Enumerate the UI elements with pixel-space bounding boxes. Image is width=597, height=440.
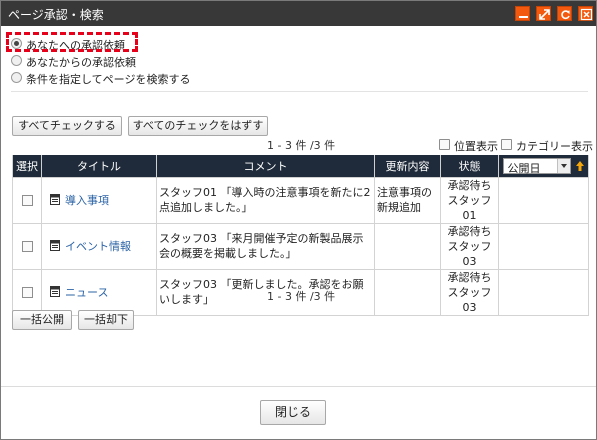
- sort-selected-value: 公開日: [507, 161, 541, 175]
- page-title-link[interactable]: ニュース: [65, 286, 108, 299]
- selection-highlight: [6, 32, 138, 52]
- close-icon[interactable]: [578, 6, 593, 21]
- sort-ascending-icon[interactable]: [575, 160, 585, 172]
- check-all-button[interactable]: すべてチェックする: [12, 116, 122, 136]
- page-icon: [50, 193, 60, 205]
- title-cell: 導入事項: [41, 176, 157, 224]
- table-row: 導入事項 スタッフ01 「導入時の注意事項を新たに2点追加しました。」 注意事項…: [12, 176, 589, 224]
- header-comment: コメント: [156, 155, 375, 178]
- page-title-link[interactable]: 導入事項: [65, 194, 109, 207]
- maximize-icon[interactable]: [536, 6, 551, 21]
- dialog-footer: 閉じる: [1, 387, 596, 439]
- update-cell: 注意事項の新規追加: [374, 176, 441, 224]
- radio-requests-from-you[interactable]: [11, 55, 22, 66]
- category-display-label: カテゴリー表示: [516, 140, 593, 153]
- bulk-publish-button[interactable]: 一括公開: [12, 310, 72, 330]
- title-cell: ニュース: [41, 268, 157, 316]
- divider: [11, 91, 588, 92]
- status-assignee: スタッフ01: [447, 193, 492, 222]
- page-title-link[interactable]: イベント情報: [65, 240, 131, 253]
- option-label: あなたからの承認依頼: [26, 56, 136, 69]
- table-header-row: 選択 タイトル コメント 更新内容 状態 公開日: [12, 155, 589, 178]
- position-display-label: 位置表示: [454, 140, 498, 153]
- pager-bottom: 1 - 3 件 /3 件: [267, 290, 336, 303]
- chevron-down-icon[interactable]: [556, 158, 570, 173]
- category-display-checkbox[interactable]: [501, 139, 512, 150]
- row-checkbox[interactable]: [21, 241, 33, 252]
- bulk-reject-button[interactable]: 一括却下: [78, 310, 134, 330]
- row-select-cell: [12, 176, 42, 224]
- empty-cell: [498, 268, 589, 316]
- row-checkbox[interactable]: [21, 195, 33, 206]
- pager-top: 1 - 3 件 /3 件: [267, 139, 336, 152]
- empty-cell: [498, 176, 589, 224]
- empty-cell: [498, 222, 589, 270]
- update-cell: [374, 268, 441, 316]
- comment-cell: スタッフ03 「来月開催予定の新製品展示会の概要を掲載しました。」: [156, 222, 375, 270]
- page-icon: [50, 239, 60, 251]
- uncheck-all-button[interactable]: すべてのチェックをはずす: [128, 116, 268, 136]
- radio-search-pages[interactable]: [11, 72, 22, 83]
- title-bar: ページ承認・検索: [1, 1, 596, 26]
- header-status: 状態: [440, 155, 499, 178]
- window-title: ページ承認・検索: [8, 8, 104, 22]
- row-select-cell: [12, 268, 42, 316]
- header-update: 更新内容: [374, 155, 441, 178]
- row-checkbox[interactable]: [21, 287, 33, 298]
- position-display-checkbox[interactable]: [439, 139, 450, 150]
- sort-select[interactable]: 公開日: [502, 157, 571, 175]
- status-text: 承認待ち: [447, 224, 492, 238]
- approval-dialog: ページ承認・検索 あなたへの承認依頼 あなたからの承認依頼 条件を指定してページ…: [0, 0, 597, 440]
- option-label: 条件を指定してページを検索する: [26, 73, 191, 86]
- update-cell: [374, 222, 441, 270]
- status-assignee: スタッフ03: [447, 285, 492, 314]
- row-select-cell: [12, 222, 42, 270]
- comment-cell: スタッフ01 「導入時の注意事項を新たに2点追加しました。」: [156, 176, 375, 224]
- status-text: 承認待ち: [447, 270, 492, 284]
- comment-cell: スタッフ03 「更新しました。承認をお願いします」: [156, 268, 375, 316]
- header-sort: 公開日: [498, 155, 589, 178]
- table-row: イベント情報 スタッフ03 「来月開催予定の新製品展示会の概要を掲載しました。」…: [12, 222, 589, 270]
- title-cell: イベント情報: [41, 222, 157, 270]
- close-button[interactable]: 閉じる: [260, 400, 326, 425]
- status-text: 承認待ち: [447, 178, 492, 192]
- header-select: 選択: [12, 155, 42, 178]
- status-assignee: スタッフ03: [447, 239, 492, 268]
- status-cell: 承認待ち スタッフ01: [440, 176, 499, 224]
- refresh-icon[interactable]: [557, 6, 572, 21]
- status-cell: 承認待ち スタッフ03: [440, 268, 499, 316]
- minimize-icon[interactable]: [515, 6, 530, 21]
- header-title: タイトル: [41, 155, 157, 178]
- status-cell: 承認待ち スタッフ03: [440, 222, 499, 270]
- page-icon: [50, 285, 60, 297]
